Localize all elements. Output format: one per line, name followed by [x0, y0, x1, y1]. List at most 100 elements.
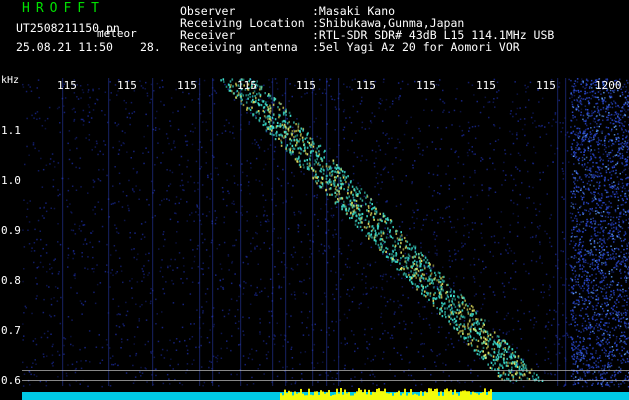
- noise-speck: [154, 129, 157, 131]
- noise-speck: [44, 127, 47, 130]
- noise-speck: [79, 383, 81, 385]
- noise-speck: [372, 373, 374, 376]
- noise-speck: [482, 303, 484, 306]
- noise-speck: [606, 343, 609, 345]
- noise-speck: [544, 326, 547, 328]
- noise-speck: [580, 195, 582, 198]
- noise-speck: [361, 155, 363, 157]
- noise-speck: [301, 378, 303, 380]
- noise-speck: [450, 338, 452, 340]
- noise-speck: [352, 165, 355, 168]
- noise-speck: [384, 227, 386, 229]
- noise-speck: [623, 169, 625, 172]
- noise-speck: [226, 179, 228, 181]
- noise-speck: [587, 188, 590, 191]
- noise-speck: [51, 345, 54, 348]
- noise-speck: [577, 284, 580, 286]
- noise-speck: [223, 315, 226, 318]
- noise-speck: [545, 273, 548, 276]
- noise-speck: [621, 346, 623, 348]
- noise-speck: [268, 79, 270, 81]
- noise-speck: [571, 103, 574, 106]
- noise-speck: [215, 92, 218, 94]
- noise-speck: [214, 90, 216, 92]
- noise-speck: [288, 100, 290, 102]
- noise-speck: [53, 160, 55, 163]
- noise-speck: [306, 92, 308, 94]
- noise-speck: [38, 150, 40, 152]
- noise-speck: [157, 142, 159, 144]
- noise-speck: [525, 270, 527, 273]
- noise-speck: [583, 338, 585, 340]
- noise-speck: [455, 150, 457, 152]
- noise-speck: [366, 341, 368, 343]
- noise-speck: [161, 348, 164, 351]
- noise-speck: [602, 115, 605, 118]
- noise-speck: [600, 373, 602, 375]
- noise-speck: [206, 196, 208, 198]
- noise-speck: [504, 149, 506, 151]
- noise-speck: [546, 193, 548, 195]
- noise-speck: [607, 168, 610, 170]
- noise-speck: [616, 344, 618, 346]
- noise-speck: [516, 235, 519, 237]
- noise-speck: [98, 178, 100, 181]
- noise-speck: [577, 143, 579, 145]
- noise-speck: [608, 213, 610, 216]
- noise-speck: [614, 210, 617, 213]
- noise-speck: [616, 137, 618, 139]
- noise-speck: [118, 326, 121, 328]
- noise-speck: [570, 146, 573, 148]
- noise-speck: [580, 187, 582, 190]
- noise-speck: [390, 276, 392, 278]
- noise-speck: [442, 89, 444, 92]
- noise-speck: [615, 128, 618, 131]
- trail-speck: [420, 269, 422, 272]
- noise-speck: [603, 148, 606, 151]
- noise-speck: [252, 383, 255, 385]
- noise-speck: [297, 230, 300, 233]
- noise-speck: [590, 174, 592, 176]
- trail-speck: [432, 286, 435, 289]
- noise-speck: [54, 286, 57, 288]
- noise-speck: [575, 314, 577, 317]
- noise-speck: [433, 190, 435, 192]
- noise-speck: [267, 218, 269, 221]
- noise-speck: [263, 150, 266, 152]
- noise-speck: [594, 92, 597, 95]
- noise-speck: [604, 302, 606, 305]
- noise-speck: [572, 203, 574, 205]
- noise-speck: [487, 208, 489, 210]
- noise-speck: [264, 210, 266, 212]
- noise-speck: [455, 98, 457, 100]
- noise-speck: [120, 338, 123, 340]
- noise-speck: [162, 233, 164, 236]
- trail-speck: [478, 322, 480, 325]
- noise-speck: [587, 100, 590, 102]
- noise-speck: [574, 196, 576, 198]
- noise-speck: [621, 163, 624, 165]
- noise-speck: [332, 293, 334, 296]
- noise-speck: [624, 140, 626, 143]
- noise-speck: [418, 283, 421, 285]
- noise-speck: [233, 203, 235, 205]
- noise-speck: [580, 97, 583, 100]
- noise-speck: [282, 345, 284, 347]
- noise-speck: [335, 284, 338, 286]
- noise-speck: [604, 100, 607, 103]
- noise-speck: [604, 142, 606, 144]
- noise-speck: [94, 213, 96, 215]
- noise-speck: [33, 374, 36, 376]
- noise-speck: [135, 185, 137, 187]
- trail-speck: [291, 132, 293, 135]
- noise-speck: [112, 364, 115, 366]
- noise-speck: [394, 375, 396, 377]
- noise-speck: [597, 204, 600, 206]
- noise-speck: [594, 133, 596, 136]
- noise-speck: [600, 93, 602, 95]
- noise-speck: [278, 287, 280, 289]
- noise-speck: [401, 180, 403, 182]
- noise-speck: [412, 164, 414, 166]
- noise-speck: [605, 171, 608, 174]
- noise-speck: [203, 381, 206, 384]
